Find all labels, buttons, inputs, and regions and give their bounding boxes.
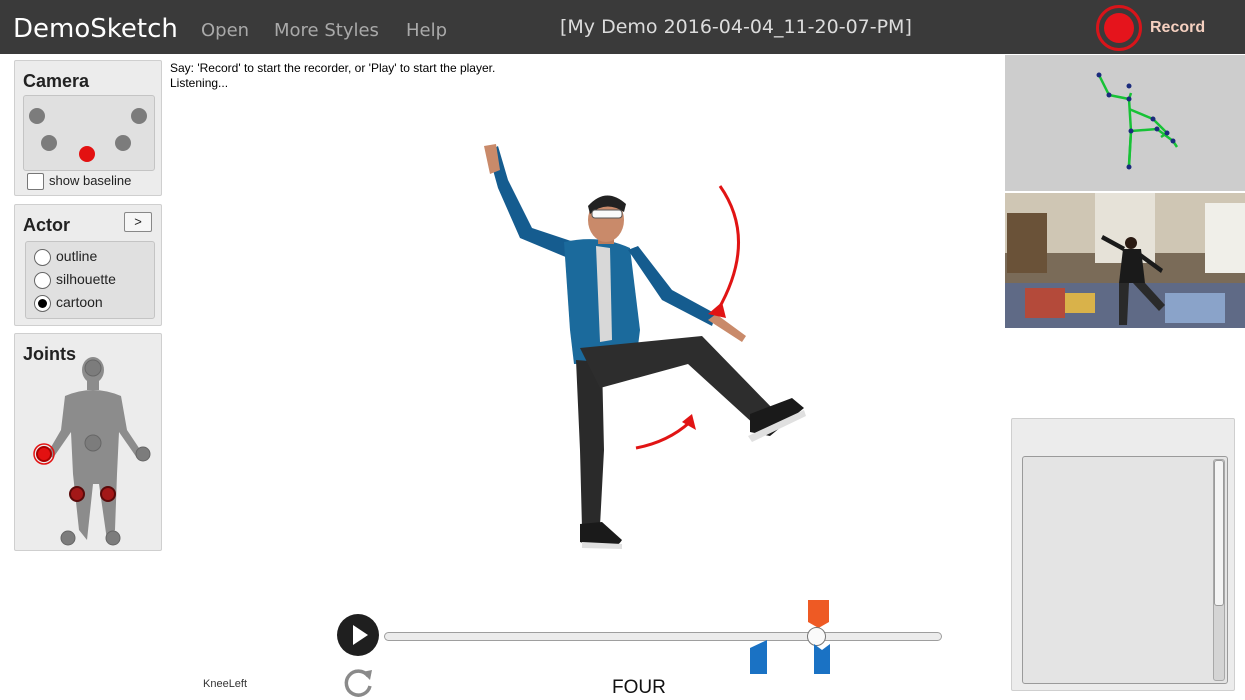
record-icon — [1104, 13, 1134, 43]
actor-title: Actor — [23, 215, 71, 235]
clip-start-marker-icon[interactable] — [750, 640, 767, 674]
style-label-outline: outline — [56, 248, 98, 264]
playhead-marker-icon[interactable] — [808, 600, 829, 628]
show-baseline-label: show baseline — [49, 173, 132, 188]
listening-status: Listening... — [170, 76, 229, 90]
radio-silhouette[interactable] — [34, 271, 51, 289]
selected-joint-label: KneeLeft — [203, 678, 248, 690]
camera-preset-1[interactable] — [29, 108, 45, 124]
app-title: DemoSketch — [13, 14, 178, 44]
document-title: [My Demo 2016-04-04_11-20-07-PM] — [560, 16, 912, 38]
body-joint-map — [33, 357, 151, 546]
loop-icon[interactable] — [340, 664, 376, 700]
camera-title: Camera — [23, 71, 90, 91]
cartoon-actor — [484, 144, 806, 549]
play-button[interactable] — [337, 614, 379, 656]
record-button[interactable] — [1096, 5, 1142, 51]
style-option-cartoon[interactable]: cartoon — [34, 294, 103, 312]
joint-head[interactable] — [84, 359, 102, 377]
radio-cartoon[interactable] — [34, 294, 51, 312]
camera-panel: Camera show baseline — [14, 60, 162, 196]
instruction-line: Say: 'Record' to start the recorder, or … — [170, 61, 496, 75]
joint-hand-right-selected[interactable] — [36, 446, 52, 462]
top-bar: DemoSketch Open More Styles Help [My Dem… — [0, 0, 1245, 54]
menu-open[interactable]: Open — [201, 20, 249, 41]
style-option-silhouette[interactable]: silhouette — [34, 271, 116, 289]
room-photo — [1005, 193, 1245, 328]
frame-word-label: FOUR — [612, 677, 666, 698]
actor-expand-button[interactable]: > — [124, 212, 152, 232]
camera-preset-box — [23, 95, 155, 171]
actor-style-group: outline silhouette cartoon — [25, 241, 155, 319]
side-list-scrollbar[interactable] — [1213, 459, 1225, 681]
voice-instructions: Say: 'Record' to start the recorder, or … — [170, 61, 495, 91]
side-list-box[interactable] — [1022, 456, 1228, 684]
skeleton-preview — [1005, 55, 1245, 191]
radio-outline[interactable] — [34, 248, 51, 266]
joint-hand-left[interactable] — [135, 446, 151, 462]
joint-foot-left[interactable] — [105, 530, 121, 546]
camera-feed-image — [1005, 193, 1245, 328]
joints-panel: Joints — [14, 333, 162, 551]
record-label[interactable]: Record — [1150, 19, 1205, 37]
camera-preset-3[interactable] — [41, 135, 57, 151]
actor-panel: Actor > outline silhouette cartoon — [14, 204, 162, 326]
show-baseline-checkbox[interactable] — [27, 173, 44, 191]
show-baseline-row[interactable]: show baseline — [27, 173, 132, 191]
camera-preset-5[interactable] — [115, 135, 131, 151]
camera-preset-2[interactable] — [131, 108, 147, 124]
joint-knee-left-selected[interactable] — [100, 486, 116, 502]
scrollbar-thumb[interactable] — [1214, 460, 1224, 606]
style-label-cartoon: cartoon — [56, 294, 103, 310]
menu-more-styles[interactable]: More Styles — [274, 20, 379, 41]
motion-arrows — [635, 185, 740, 450]
skeleton-figure — [1096, 72, 1179, 170]
joint-foot-right[interactable] — [60, 530, 76, 546]
actor-stage — [484, 144, 806, 549]
menu-help[interactable]: Help — [406, 20, 447, 41]
camera-preset-4-active[interactable] — [79, 146, 95, 162]
side-panel — [1011, 418, 1235, 691]
style-option-outline[interactable]: outline — [34, 248, 97, 266]
clip-end-marker-icon[interactable] — [814, 644, 830, 674]
joint-knee-right-selected[interactable] — [69, 486, 85, 502]
timeline-track[interactable] — [384, 632, 942, 641]
style-label-silhouette: silhouette — [56, 271, 116, 287]
joint-spine[interactable] — [84, 434, 102, 452]
